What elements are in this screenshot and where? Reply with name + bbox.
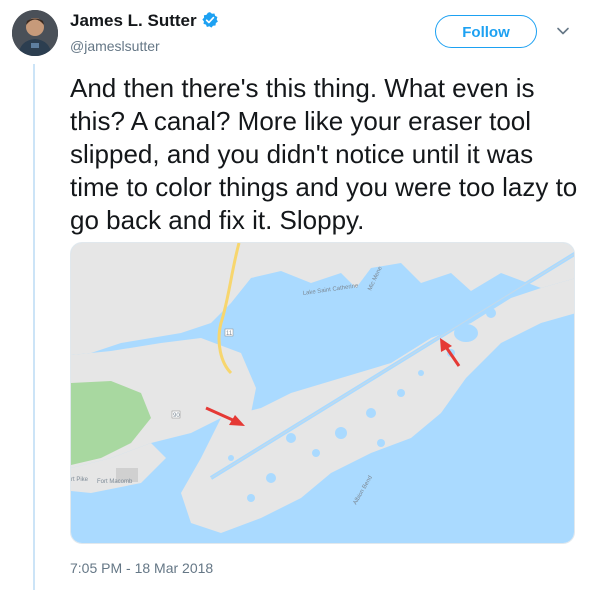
svg-text:11: 11 <box>226 331 233 337</box>
svg-text:90: 90 <box>173 413 180 419</box>
author-name[interactable]: James L. Sutter <box>70 11 219 31</box>
avatar[interactable] <box>12 10 58 56</box>
thread-line <box>33 64 35 590</box>
map-label-fort: Fort Macomb <box>97 479 133 485</box>
verified-badge-icon <box>201 12 218 28</box>
chevron-down-icon[interactable] <box>555 23 571 39</box>
map-road-shield-2: 90 <box>171 410 180 419</box>
map-road-shield-1: 11 <box>224 328 234 337</box>
tweet-timestamp[interactable]: 7:05 PM - 18 Mar 2018 <box>70 560 213 576</box>
map-image: Lake Saint Catherine Mic Mene Albion Ben… <box>71 243 574 543</box>
tweet-media-map[interactable]: Lake Saint Catherine Mic Mene Albion Ben… <box>70 242 575 544</box>
author-handle[interactable]: @jameslsutter <box>70 38 160 54</box>
map-label-fort-left: rt Pike <box>71 477 89 483</box>
author-name-text[interactable]: James L. Sutter <box>70 11 197 30</box>
tweet-text: And then there's this thing. What even i… <box>70 73 578 235</box>
avatar-image <box>12 10 58 56</box>
follow-button[interactable]: Follow <box>435 15 537 48</box>
